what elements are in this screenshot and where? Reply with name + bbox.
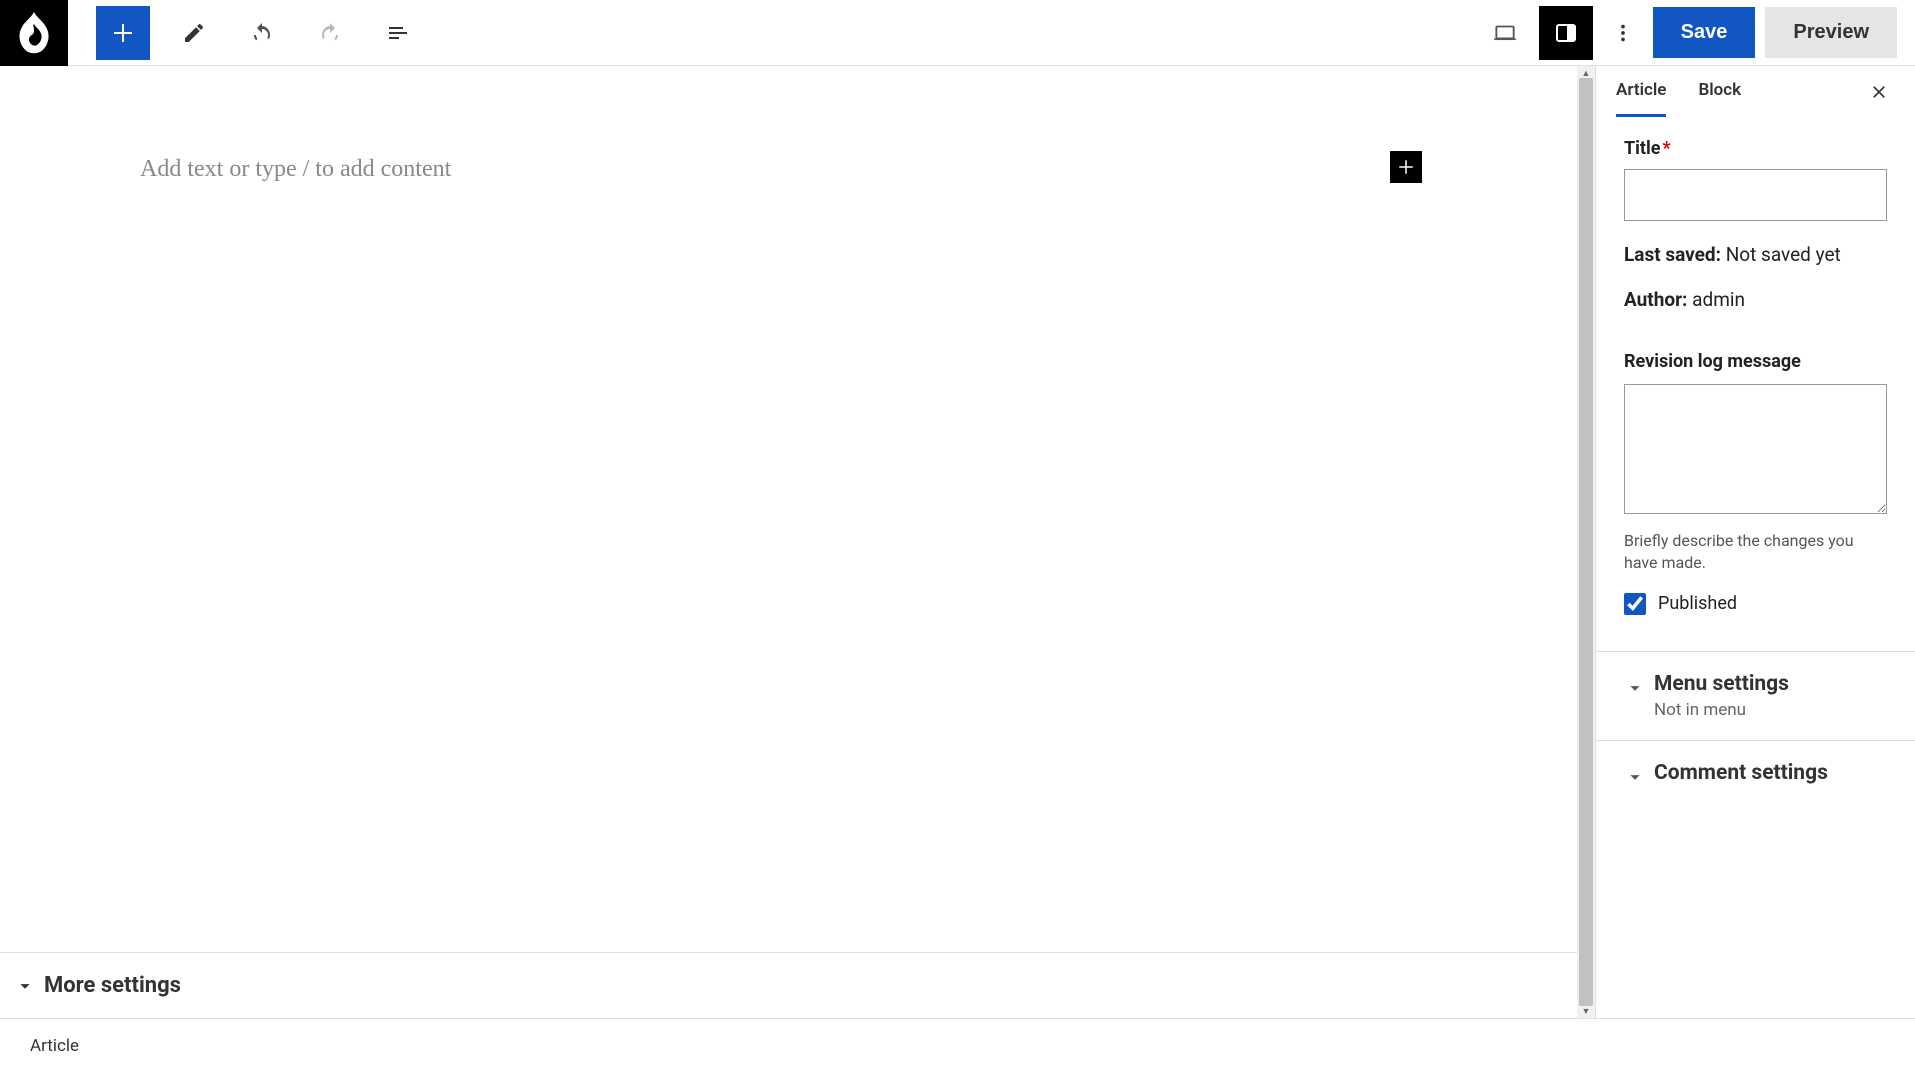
editor-placeholder: Add text or type / to add content	[140, 156, 1437, 183]
published-label[interactable]: Published	[1658, 593, 1737, 614]
title-label: Title*	[1624, 138, 1887, 159]
published-checkbox[interactable]	[1624, 593, 1646, 615]
drupal-icon	[16, 12, 52, 54]
plus-icon	[1397, 158, 1415, 176]
breadcrumb-text: Article	[30, 1036, 79, 1056]
redo-button[interactable]	[306, 9, 354, 57]
outline-button[interactable]	[374, 9, 422, 57]
edit-tool-button[interactable]	[170, 9, 218, 57]
close-icon	[1869, 82, 1889, 102]
toolbar-right: Save Preview	[1481, 6, 1915, 60]
more-settings-label: More settings	[44, 973, 181, 998]
published-row: Published	[1624, 593, 1887, 615]
preview-button[interactable]: Preview	[1765, 7, 1897, 58]
outline-icon	[386, 21, 410, 45]
editor-area: Add text or type / to add content More s…	[0, 66, 1577, 1018]
last-saved-value: Not saved yet	[1726, 243, 1841, 266]
menu-settings-title: Menu settings	[1654, 672, 1887, 696]
tab-article[interactable]: Article	[1616, 66, 1666, 117]
sidebar-tabs: Article Block	[1596, 66, 1915, 118]
pencil-icon	[182, 21, 206, 45]
drupal-logo[interactable]	[0, 0, 68, 66]
device-icon	[1492, 20, 1518, 46]
scroll-up-icon: ▲	[1577, 66, 1595, 80]
footer-breadcrumb: Article	[0, 1018, 1915, 1073]
inline-add-button[interactable]	[1390, 151, 1422, 183]
more-options-button[interactable]	[1603, 9, 1643, 57]
menu-settings-section[interactable]: Menu settings Not in menu	[1596, 651, 1915, 740]
editor-scrollbar[interactable]: ▲ ▼	[1577, 66, 1595, 1018]
revision-label: Revision log message	[1624, 351, 1887, 372]
chevron-down-icon	[14, 975, 36, 997]
author-label: Author:	[1624, 288, 1687, 311]
panel-icon	[1554, 21, 1578, 45]
required-indicator: *	[1663, 138, 1671, 159]
close-sidebar-button[interactable]	[1863, 76, 1895, 108]
author-row: Author: admin	[1624, 288, 1887, 311]
revision-textarea[interactable]	[1624, 384, 1887, 514]
scroll-down-icon: ▼	[1577, 1004, 1595, 1018]
redo-icon	[318, 21, 342, 45]
author-value: admin	[1692, 288, 1745, 311]
undo-button[interactable]	[238, 9, 286, 57]
undo-icon	[250, 21, 274, 45]
viewport-button[interactable]	[1481, 9, 1529, 57]
main-container: Add text or type / to add content More s…	[0, 66, 1915, 1018]
menu-settings-content: Menu settings Not in menu	[1654, 672, 1887, 720]
revision-help-text: Briefly describe the changes you have ma…	[1624, 530, 1887, 575]
editor-content[interactable]: Add text or type / to add content	[0, 66, 1577, 203]
comment-settings-section[interactable]: Comment settings	[1596, 740, 1915, 808]
chevron-down-icon	[1624, 677, 1646, 699]
comment-settings-title: Comment settings	[1654, 761, 1887, 785]
toolbar-left	[68, 6, 422, 60]
tab-block[interactable]: Block	[1698, 66, 1741, 117]
menu-settings-sub: Not in menu	[1654, 700, 1887, 720]
kebab-icon	[1612, 22, 1634, 44]
last-saved-label: Last saved:	[1624, 243, 1721, 266]
plus-icon	[111, 21, 135, 45]
sidebar-body: Title* Last saved: Not saved yet Author:…	[1596, 118, 1915, 828]
sidebar-toggle-button[interactable]	[1539, 6, 1593, 60]
toolbar: Save Preview	[0, 0, 1915, 66]
settings-sidebar: Article Block Title* Last saved: Not sav…	[1595, 66, 1915, 1018]
add-block-button[interactable]	[96, 6, 150, 60]
comment-settings-content: Comment settings	[1654, 761, 1887, 785]
save-button[interactable]: Save	[1653, 7, 1756, 58]
title-label-text: Title	[1624, 138, 1661, 159]
chevron-down-icon	[1624, 766, 1646, 788]
title-input[interactable]	[1624, 169, 1887, 221]
last-saved-row: Last saved: Not saved yet	[1624, 243, 1887, 266]
more-settings-toggle[interactable]: More settings	[0, 952, 1577, 1018]
